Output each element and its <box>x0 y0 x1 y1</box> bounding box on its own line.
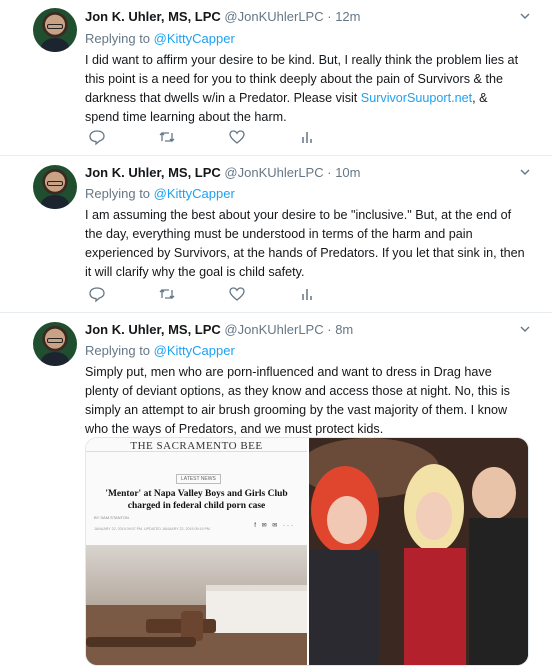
separator: · <box>327 9 332 24</box>
timestamp[interactable]: 8m <box>335 322 353 337</box>
separator: · <box>327 165 332 180</box>
chevron-down-icon[interactable] <box>520 324 530 334</box>
action-bar <box>88 128 328 146</box>
reply-icon[interactable] <box>88 128 106 146</box>
analytics-icon[interactable] <box>298 128 316 146</box>
article-byline: BY SAM STANTON <box>94 515 129 520</box>
news-screenshot-image[interactable]: THE SACRAMENTO BEE LATEST NEWS 'Mentor' … <box>86 438 307 665</box>
analytics-icon[interactable] <box>298 285 316 303</box>
reply-icon[interactable] <box>88 285 106 303</box>
chevron-down-icon[interactable] <box>520 11 530 21</box>
timestamp[interactable]: 12m <box>335 9 360 24</box>
retweet-icon[interactable] <box>158 285 176 303</box>
article-headline: 'Mentor' at Napa Valley Boys and Girls C… <box>105 489 288 511</box>
replying-to: Replying to @KittyCapper <box>85 186 235 201</box>
people-photo-image[interactable] <box>309 438 528 665</box>
replying-prefix: Replying to <box>85 186 151 201</box>
tweet-header: Jon K. Uhler, MS, LPC @JonKUhlerLPC · 10… <box>85 165 361 180</box>
separator: · <box>327 322 332 337</box>
author-name[interactable]: Jon K. Uhler, MS, LPC <box>85 165 221 180</box>
people-photo <box>309 438 528 665</box>
replying-to: Replying to @KittyCapper <box>85 31 235 46</box>
category-tag: LATEST NEWS <box>176 474 221 484</box>
tweet-header: Jon K. Uhler, MS, LPC @JonKUhlerLPC · 8m <box>85 322 353 337</box>
heart-icon[interactable] <box>228 285 246 303</box>
mention-link[interactable]: @KittyCapper <box>154 186 235 201</box>
gavel-illustration <box>86 585 307 665</box>
author-handle[interactable]: @JonKUhlerLPC <box>224 9 323 24</box>
author-name[interactable]: Jon K. Uhler, MS, LPC <box>85 322 221 337</box>
author-handle[interactable]: @JonKUhlerLPC <box>224 322 323 337</box>
tweet-text: I did want to affirm your desire to be k… <box>85 51 525 127</box>
action-bar <box>88 285 328 303</box>
tweet[interactable]: Jon K. Uhler, MS, LPC @JonKUhlerLPC · 10… <box>0 156 552 313</box>
author-name[interactable]: Jon K. Uhler, MS, LPC <box>85 9 221 24</box>
author-handle[interactable]: @JonKUhlerLPC <box>224 165 323 180</box>
article-dateline: JANUARY 22, 2019 09:07 PM, UPDATED JANUA… <box>94 527 210 531</box>
tweet-header: Jon K. Uhler, MS, LPC @JonKUhlerLPC · 12… <box>85 9 361 24</box>
url-link[interactable]: SurvivorSuuport.net <box>361 91 472 105</box>
replying-prefix: Replying to <box>85 31 151 46</box>
avatar[interactable] <box>33 322 77 366</box>
timestamp[interactable]: 10m <box>335 165 360 180</box>
chevron-down-icon[interactable] <box>520 167 530 177</box>
tweet-text: I am assuming the best about your desire… <box>85 208 525 279</box>
media-attachment[interactable]: THE SACRAMENTO BEE LATEST NEWS 'Mentor' … <box>85 437 529 666</box>
newspaper-masthead: THE SACRAMENTO BEE <box>86 438 307 452</box>
heart-icon[interactable] <box>228 128 246 146</box>
share-icons: f ✉ ✉ ··· <box>254 523 295 529</box>
replying-prefix: Replying to <box>85 343 151 358</box>
avatar[interactable] <box>33 165 77 209</box>
mention-link[interactable]: @KittyCapper <box>154 31 235 46</box>
mention-link[interactable]: @KittyCapper <box>154 343 235 358</box>
replying-to: Replying to @KittyCapper <box>85 343 235 358</box>
tweet[interactable]: Jon K. Uhler, MS, LPC @JonKUhlerLPC · 12… <box>0 0 552 156</box>
tweet-text: Simply put, men who are porn-influenced … <box>85 365 510 436</box>
gavel-photo <box>86 545 307 665</box>
avatar[interactable] <box>33 8 77 52</box>
retweet-icon[interactable] <box>158 128 176 146</box>
